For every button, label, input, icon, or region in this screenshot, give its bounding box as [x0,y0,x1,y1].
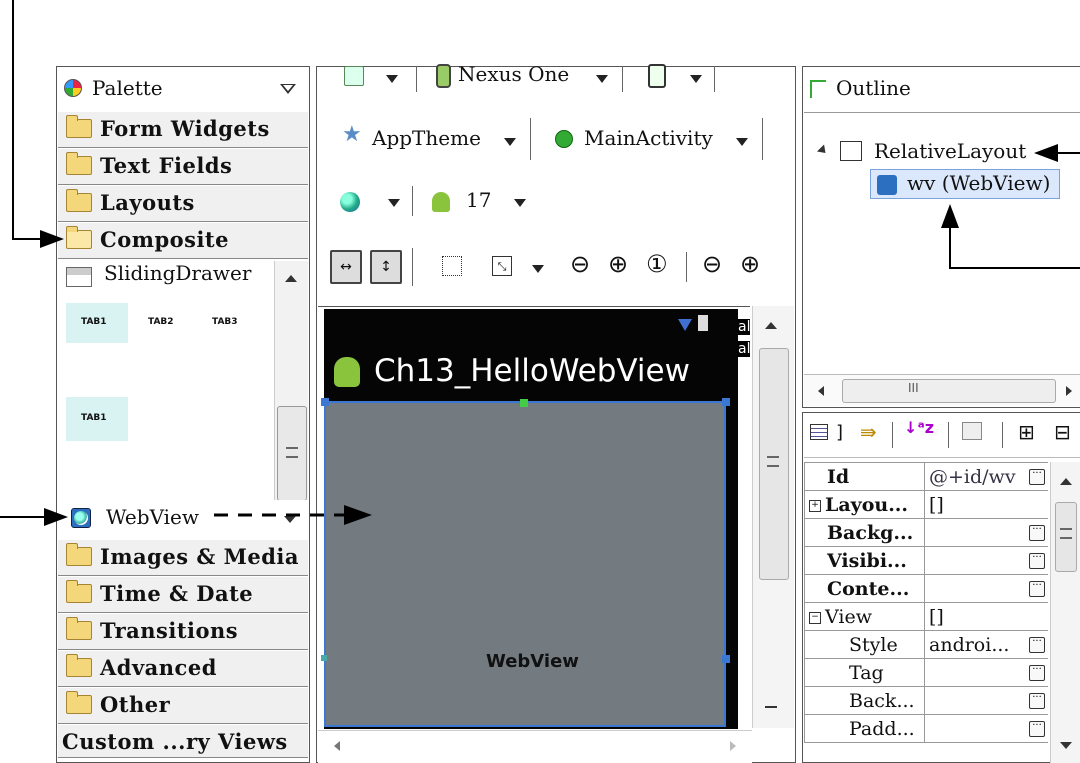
composite-arrow-line [12,0,60,240]
annotation-arrows [0,0,1080,526]
outline-root-arrow-head [1034,144,1058,162]
webview-arrow-head [44,508,68,526]
drag-arrow-head [344,505,372,525]
composite-arrow-head [40,230,64,248]
outline-child-arrow-head [941,204,959,228]
outline-child-arrow-line [949,224,1080,269]
